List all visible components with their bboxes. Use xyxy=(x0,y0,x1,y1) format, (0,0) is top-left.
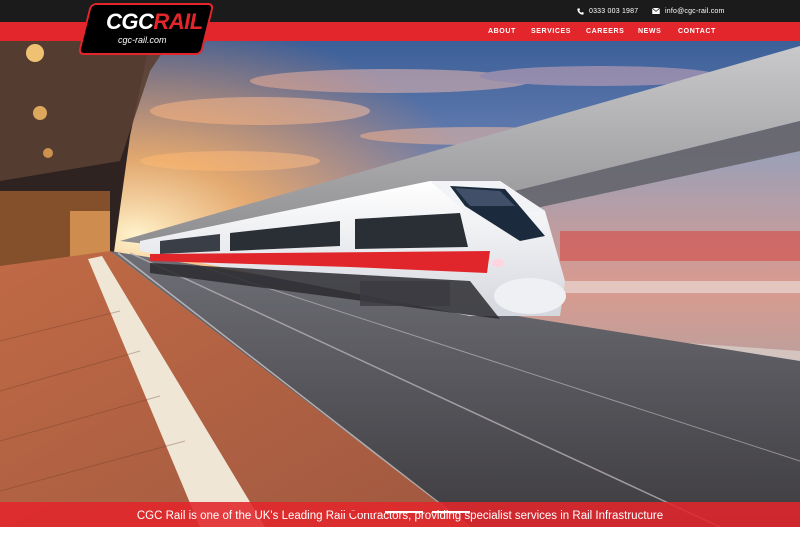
logo-wordmark: CGCRAIL xyxy=(106,9,203,34)
slider-pagination xyxy=(0,511,800,515)
phone-icon xyxy=(577,7,584,15)
nav-contact[interactable]: CONTACT xyxy=(678,22,716,41)
email-contact[interactable]: info@cgc-rail.com xyxy=(652,0,725,22)
logo-rail: RAIL xyxy=(153,9,203,34)
nav-about[interactable]: ABOUT xyxy=(488,22,516,41)
page-bottom-strip xyxy=(0,527,800,533)
phone-contact[interactable]: 0333 003 1987 xyxy=(577,0,638,22)
logo-cgc: CGC xyxy=(106,9,154,34)
hero-train-image xyxy=(0,41,800,527)
envelope-icon xyxy=(652,8,660,14)
slide-indicator-3[interactable] xyxy=(432,511,470,513)
slide-indicator-2[interactable] xyxy=(385,511,423,513)
nav-careers[interactable]: CAREERS xyxy=(586,22,624,41)
nav-services[interactable]: SERVICES xyxy=(531,22,571,41)
email-address: info@cgc-rail.com xyxy=(665,7,725,15)
hero-slider: CGC Rail is one of the UK's Leading Rail… xyxy=(0,41,800,527)
slide-indicator-1[interactable] xyxy=(337,511,375,513)
logo-url: cgc-rail.com xyxy=(118,35,167,45)
site-logo[interactable]: CGCRAIL cgc-rail.com xyxy=(80,5,212,53)
phone-number: 0333 003 1987 xyxy=(589,7,639,15)
nav-news[interactable]: NEWS xyxy=(638,22,661,41)
